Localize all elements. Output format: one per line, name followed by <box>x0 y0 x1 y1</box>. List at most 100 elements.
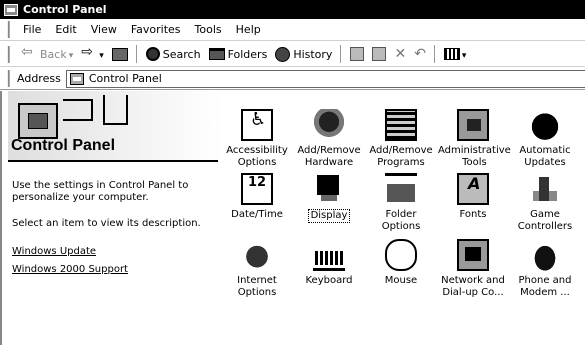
item-display[interactable]: Display <box>292 173 366 223</box>
add-remove-programs-icon <box>385 109 417 141</box>
windows-update-link[interactable]: Windows Update <box>12 246 96 257</box>
item-keyboard[interactable]: Keyboard <box>292 239 366 287</box>
menu-view[interactable]: View <box>85 23 125 36</box>
item-label: Display <box>307 209 351 223</box>
folders-label: Folders <box>227 47 268 61</box>
item-label: Mouse <box>384 275 418 286</box>
search-label: Search <box>162 47 201 61</box>
administrative-tools-icon <box>457 109 489 141</box>
up-button[interactable] <box>108 43 132 65</box>
automatic-updates-icon <box>529 109 561 141</box>
folders-button[interactable]: Folders <box>205 43 272 65</box>
up-folder-icon <box>111 47 128 61</box>
accessibility-icon <box>241 109 273 141</box>
info-pane-divider <box>8 160 218 162</box>
toolbar-separator <box>340 45 343 63</box>
item-label: Game Controllers <box>517 209 573 232</box>
item-label: Keyboard <box>305 275 353 286</box>
item-label: Folder Options <box>381 209 421 232</box>
item-label: Date/Time <box>231 209 283 220</box>
folders-icon <box>208 48 225 60</box>
item-label: Fonts <box>459 209 487 220</box>
item-label: Automatic Updates <box>519 145 571 168</box>
item-label: Add/Remove Programs <box>369 145 433 168</box>
address-input[interactable]: Control Panel <box>65 69 585 88</box>
menu-grip[interactable] <box>6 21 9 38</box>
menu-file[interactable]: File <box>17 23 49 36</box>
windows-2000-support-link[interactable]: Windows 2000 Support <box>12 264 128 275</box>
address-label: Address <box>17 72 61 85</box>
toolbar-grip[interactable] <box>6 45 9 63</box>
item-label: Network and Dial-up Co... <box>441 275 505 298</box>
keyboard-icon <box>313 239 345 271</box>
item-label: Phone and Modem ... <box>518 275 572 298</box>
toolbar-separator <box>433 45 436 63</box>
toolbar-separator <box>135 45 138 63</box>
back-label: Back <box>40 47 67 61</box>
back-button[interactable]: Back <box>17 43 77 65</box>
item-label: Accessibility Options <box>226 145 288 168</box>
control-panel-address-icon <box>69 72 84 85</box>
delete-icon[interactable]: ✕ <box>394 46 406 62</box>
info-pane-title: Control Panel <box>11 137 116 154</box>
info-select-hint: Select an item to view its description. <box>12 218 201 229</box>
menu-bar: File Edit View Favorites Tools Help <box>0 19 585 41</box>
forward-button[interactable] <box>77 43 108 65</box>
item-phone-modem[interactable]: Phone and Modem ... <box>508 239 582 299</box>
copy-to-icon[interactable] <box>372 47 387 61</box>
game-controllers-icon <box>529 173 561 205</box>
views-dropdown-icon[interactable] <box>460 48 467 61</box>
forward-arrow-icon <box>81 44 97 61</box>
history-icon <box>275 46 291 62</box>
undo-icon[interactable]: ↶ <box>414 46 426 62</box>
item-game-controllers[interactable]: Game Controllers <box>508 173 582 233</box>
item-automatic-updates[interactable]: Automatic Updates <box>508 109 582 169</box>
item-accessibility-options[interactable]: Accessibility Options <box>220 109 294 169</box>
views-icon <box>443 48 460 60</box>
display-icon <box>313 173 345 205</box>
item-label: Internet Options <box>237 275 277 298</box>
address-value: Control Panel <box>88 72 162 85</box>
back-dropdown-icon[interactable] <box>67 48 74 61</box>
decorative-frame <box>63 99 93 121</box>
phone-modem-icon <box>529 239 561 271</box>
item-add-remove-programs[interactable]: Add/Remove Programs <box>364 109 438 169</box>
title-bar: Control Panel <box>0 0 585 19</box>
search-button[interactable]: Search <box>142 43 205 65</box>
date-time-icon <box>241 173 273 205</box>
item-label: Administrative Tools <box>438 145 511 168</box>
item-fonts[interactable]: Fonts <box>436 173 510 221</box>
address-grip[interactable] <box>6 70 9 87</box>
forward-dropdown-icon[interactable] <box>97 48 104 61</box>
item-internet-options[interactable]: Internet Options <box>220 239 294 299</box>
internet-options-icon <box>241 239 273 271</box>
search-icon <box>145 47 160 61</box>
standard-toolbar: Back Search Folders History ✕ ↶ <box>0 42 585 67</box>
control-panel-items: Accessibility Options Add/Remove Hardwar… <box>220 109 585 345</box>
item-network-dialup[interactable]: Network and Dial-up Co... <box>436 239 510 299</box>
fonts-icon <box>457 173 489 205</box>
back-arrow-icon <box>21 44 37 61</box>
menu-tools[interactable]: Tools <box>189 23 230 36</box>
window-title: Control Panel <box>23 3 107 16</box>
menu-edit[interactable]: Edit <box>49 23 84 36</box>
info-description: Use the settings in Control Panel to per… <box>12 180 189 203</box>
item-date-time[interactable]: Date/Time <box>220 173 294 221</box>
mouse-icon <box>385 239 417 271</box>
menu-help[interactable]: Help <box>230 23 269 36</box>
control-panel-large-icon <box>18 103 58 139</box>
content-area: Control Panel Use the settings in Contro… <box>0 91 585 345</box>
item-folder-options[interactable]: Folder Options <box>364 173 438 233</box>
history-label: History <box>293 47 333 61</box>
info-pane: Control Panel Use the settings in Contro… <box>8 91 223 345</box>
item-administrative-tools[interactable]: Administrative Tools <box>436 109 511 169</box>
move-to-icon[interactable] <box>350 47 365 61</box>
network-icon <box>457 239 489 271</box>
item-label: Add/Remove Hardware <box>297 145 361 168</box>
item-mouse[interactable]: Mouse <box>364 239 438 287</box>
history-button[interactable]: History <box>271 43 336 65</box>
views-button[interactable] <box>440 43 471 65</box>
folder-options-icon <box>385 173 417 205</box>
menu-favorites[interactable]: Favorites <box>125 23 189 36</box>
item-add-remove-hardware[interactable]: Add/Remove Hardware <box>292 109 366 169</box>
